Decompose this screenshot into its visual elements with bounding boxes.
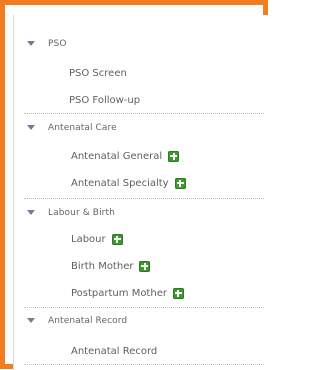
group-header-antenatal-care[interactable]: Antenatal Care (14, 117, 266, 139)
menu-item-antenatal-general[interactable]: Antenatal General (14, 145, 266, 167)
menu-item-labour[interactable]: Labour (14, 228, 266, 250)
add-icon[interactable] (168, 150, 180, 162)
add-icon[interactable] (174, 177, 186, 189)
menu-item-pso-screen[interactable]: PSO Screen (14, 62, 266, 84)
menu-item-pso-follow-up[interactable]: PSO Follow-up (14, 89, 266, 111)
menu-item-label: Postpartum Mother (71, 287, 167, 299)
menu-item-label: PSO Screen (69, 67, 127, 79)
group-divider (24, 198, 264, 199)
menu-item-label: Antenatal Record (71, 345, 158, 357)
group-divider (24, 113, 264, 114)
group-label: Antenatal Care (48, 123, 117, 133)
menu-item-postpartum-mother[interactable]: Postpartum Mother (14, 282, 266, 304)
add-icon[interactable] (111, 233, 123, 245)
form-navigation-tree: PSO PSO Screen PSO Follow-up Antenatal C… (13, 15, 268, 370)
group-header-antenatal-record[interactable]: Antenatal Record (14, 310, 266, 332)
chevron-down-icon[interactable] (24, 39, 38, 49)
group-label: PSO (48, 39, 67, 49)
menu-item-label: PSO Follow-up (69, 94, 141, 106)
chevron-down-icon[interactable] (24, 316, 38, 326)
group-divider (24, 364, 264, 365)
group-label: Labour & Birth (48, 208, 115, 218)
menu-item-label: Labour (71, 233, 106, 245)
group-divider (24, 307, 264, 308)
chevron-down-icon[interactable] (24, 208, 38, 218)
group-label: Antenatal Record (48, 316, 128, 326)
navigation-frame: PSO PSO Screen PSO Follow-up Antenatal C… (0, 0, 268, 370)
menu-item-birth-mother[interactable]: Birth Mother (14, 255, 266, 277)
menu-item-antenatal-record[interactable]: Antenatal Record (14, 340, 266, 362)
menu-item-label: Antenatal Specialty (71, 177, 169, 189)
group-header-labour-birth[interactable]: Labour & Birth (14, 202, 266, 224)
menu-item-label: Antenatal General (71, 150, 163, 162)
chevron-down-icon[interactable] (24, 123, 38, 133)
group-header-pso[interactable]: PSO (14, 33, 266, 55)
add-icon[interactable] (172, 287, 184, 299)
menu-item-label: Birth Mother (71, 260, 134, 272)
add-icon[interactable] (139, 260, 151, 272)
menu-item-antenatal-specialty[interactable]: Antenatal Specialty (14, 172, 266, 194)
